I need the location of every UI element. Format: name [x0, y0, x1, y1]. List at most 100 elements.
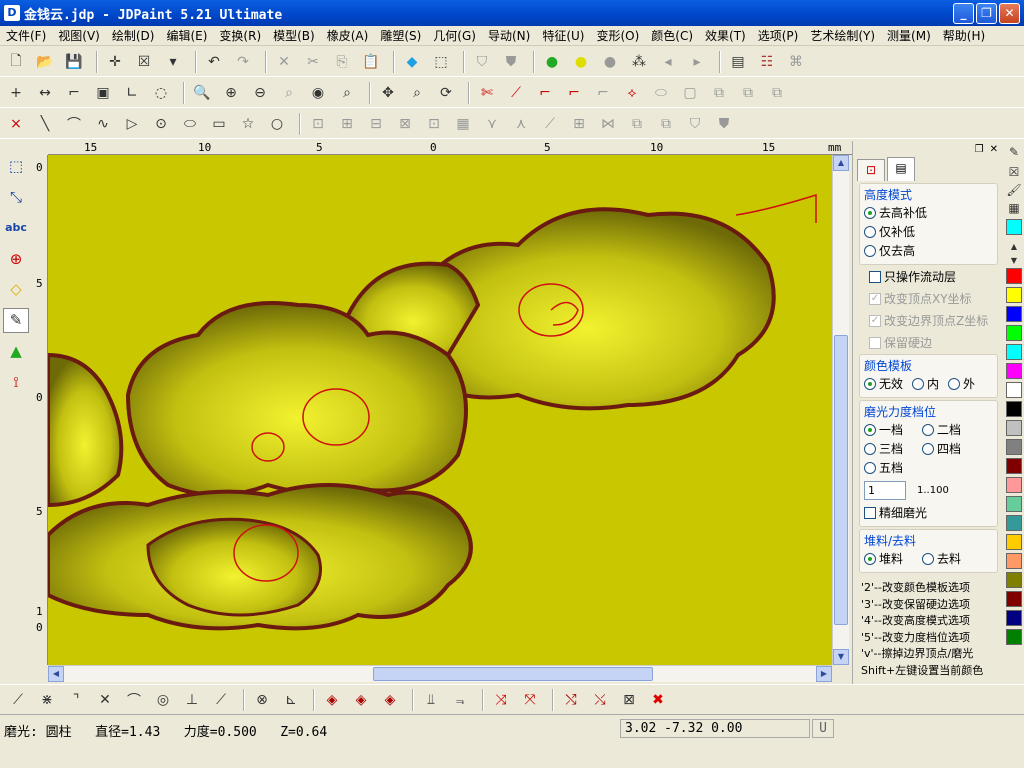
vertex-xy-checkbox[interactable]: ✓ 改变顶点XY坐标 [853, 289, 1002, 308]
color-swatch[interactable] [1006, 591, 1022, 607]
zoom-all-icon[interactable]: ⌕ [335, 81, 359, 105]
zoom-out-icon[interactable]: ⊖ [248, 81, 272, 105]
menu-view[interactable]: 视图(V) [52, 27, 106, 44]
flow-layer-checkbox[interactable]: 只操作流动层 [853, 267, 1002, 286]
polish-tool-icon[interactable]: ✎ [3, 307, 29, 333]
node-diamond-3-icon[interactable]: ◈ [378, 688, 402, 712]
snap-grid-icon[interactable]: ⊗ [250, 688, 274, 712]
vertical-scrollbar[interactable]: ▲ ▼ [832, 155, 849, 665]
nc-path-icon[interactable]: ⟟ [3, 369, 29, 394]
text-abc-icon[interactable]: abc [3, 215, 29, 240]
extend-icon[interactable]: ⟋ [504, 81, 528, 105]
zoom-in-icon[interactable]: ⊕ [219, 81, 243, 105]
bulb-gray-icon[interactable]: ● [598, 50, 622, 74]
menu-deform[interactable]: 变形(O) [590, 27, 645, 44]
bulb-green-icon[interactable]: ● [540, 50, 564, 74]
radio-height-1[interactable]: 仅补低 [864, 222, 993, 241]
horizontal-scroll-thumb[interactable] [373, 667, 653, 681]
menu-feature[interactable]: 特征(U) [536, 27, 590, 44]
radio-add-material[interactable] [864, 552, 876, 565]
tab-nodes[interactable]: ⊡ [857, 159, 885, 181]
color-swatch[interactable] [1006, 306, 1022, 322]
bell-icon[interactable]: ▲ [3, 339, 29, 364]
circle-center-icon[interactable]: ⊙ [149, 112, 173, 136]
offset-icon[interactable]: ⟡ [620, 81, 644, 105]
node-tool-1-icon[interactable]: ⤭ [559, 688, 583, 712]
snap-line-icon[interactable]: ⟋ [6, 688, 30, 712]
menu-model[interactable]: 模型(B) [267, 27, 321, 44]
line-icon[interactable]: ╲ [33, 112, 57, 136]
shield-icon[interactable]: ⛉ [470, 50, 494, 74]
color-swatch[interactable] [1006, 610, 1022, 626]
menu-guide[interactable]: 导动(N) [482, 27, 536, 44]
crosshair-icon[interactable]: ✛ [103, 50, 127, 74]
arc-icon[interactable]: ⌒ [62, 112, 86, 136]
color-swatch[interactable] [1006, 401, 1022, 417]
align-icon[interactable]: ⧉ [765, 81, 789, 105]
radio-template-outer[interactable] [948, 377, 961, 390]
palette-down-icon[interactable]: ▼ [1004, 253, 1024, 267]
pencil-icon[interactable]: ✎ [1004, 143, 1024, 161]
corner-gray-icon[interactable]: ⌐ [591, 81, 615, 105]
pan-icon[interactable]: ✥ [376, 81, 400, 105]
copy-icon[interactable]: ⎘ [330, 50, 354, 74]
snap-axis-icon[interactable]: ⊾ [279, 688, 303, 712]
color-swatch[interactable] [1006, 344, 1022, 360]
cube-view-icon[interactable]: ⬚ [429, 50, 453, 74]
model-tool-5-icon[interactable]: ⊡ [422, 112, 446, 136]
color-swatch[interactable] [1006, 572, 1022, 588]
model-tool-4-icon[interactable]: ⊠ [393, 112, 417, 136]
arrow-right-icon[interactable]: ▸ [685, 50, 709, 74]
bbox-icon[interactable]: ▣ [91, 81, 115, 105]
circle-icon[interactable]: ○ [265, 112, 289, 136]
drawing-canvas[interactable] [48, 155, 832, 665]
redo-icon[interactable]: ↷ [231, 50, 255, 74]
new-file-icon[interactable]: 🗋 [4, 50, 28, 74]
ellipse-icon[interactable]: ⬭ [178, 112, 202, 136]
radio-level-3[interactable] [864, 442, 876, 455]
current-color-swatch[interactable] [1006, 219, 1022, 235]
open-folder-icon[interactable]: 📂 [33, 50, 57, 74]
frame-icon[interactable]: ▢ [678, 81, 702, 105]
restore-button[interactable]: ❐ [976, 3, 997, 24]
node-edit-icon[interactable]: ⬚ [3, 154, 29, 179]
no-color-icon[interactable]: ☒ [1004, 163, 1024, 181]
zoom-magnifier-icon[interactable]: ⌕ [405, 81, 429, 105]
radio-level-1[interactable] [864, 423, 876, 436]
menu-transform[interactable]: 变换(R) [213, 27, 267, 44]
model-tool-11-icon[interactable]: ⋈ [596, 112, 620, 136]
paste-icon[interactable]: 📋 [359, 50, 383, 74]
pattern-icon[interactable]: ▦ [1004, 199, 1024, 217]
color-swatch[interactable] [1006, 629, 1022, 645]
hard-edge-checkbox[interactable]: 保留硬边 [853, 333, 1002, 352]
radio-template-none[interactable] [864, 377, 876, 390]
model-tool-8-icon[interactable]: ⋏ [509, 112, 533, 136]
node-tool-2-icon[interactable]: ⤯ [588, 688, 612, 712]
zoom-window-icon[interactable]: 🔍 [190, 81, 214, 105]
split-icon[interactable]: ⫬ [448, 688, 472, 712]
refresh-icon[interactable]: ⟳ [434, 81, 458, 105]
corner-icon[interactable]: ⌐ [62, 81, 86, 105]
menu-help[interactable]: 帮助(H) [937, 27, 991, 44]
menu-options[interactable]: 选项(P) [752, 27, 805, 44]
spline-icon[interactable]: ∿ [91, 112, 115, 136]
snap-tangent-icon[interactable]: ⟋ [209, 688, 233, 712]
snap-node-icon[interactable]: ⋇ [35, 688, 59, 712]
model-tool-9-icon[interactable]: ⟋ [538, 112, 562, 136]
capsule-icon[interactable]: ⬭ [649, 81, 673, 105]
model-tool-10-icon[interactable]: ⊞ [567, 112, 591, 136]
rectangle-icon[interactable]: ▭ [207, 112, 231, 136]
triangle-icon[interactable]: ▷ [120, 112, 144, 136]
model-tool-14-icon[interactable]: ⛉ [683, 112, 707, 136]
ungroup-icon[interactable]: ⧉ [736, 81, 760, 105]
color-swatch[interactable] [1006, 287, 1022, 303]
radio-height-0[interactable]: 去高补低 [864, 203, 993, 222]
panel-restore-icon[interactable]: ❐ [975, 144, 984, 155]
menu-file[interactable]: 文件(F) [0, 27, 52, 44]
vertical-scroll-thumb[interactable] [834, 335, 848, 625]
menu-geometry[interactable]: 几何(G) [427, 27, 482, 44]
menu-edit[interactable]: 编辑(E) [160, 27, 213, 44]
node-diamond-2-icon[interactable]: ◈ [349, 688, 373, 712]
model-tool-3-icon[interactable]: ⊟ [364, 112, 388, 136]
trim-icon[interactable]: ✄ [475, 81, 499, 105]
